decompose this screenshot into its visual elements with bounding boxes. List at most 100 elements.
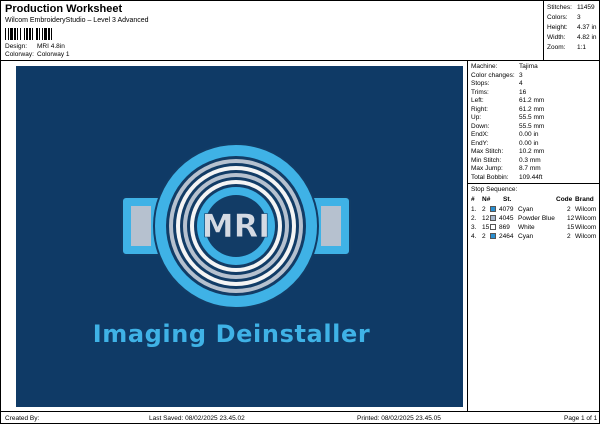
software-subtitle: Wilcom EmbroideryStudio – Level 3 Advanc…: [5, 17, 149, 24]
seq-code: 15: [567, 224, 575, 231]
header-num: #: [471, 196, 475, 203]
seq-needle: 15: [482, 224, 490, 231]
barcode: [5, 28, 85, 40]
info-value: 61.2 mm: [519, 105, 545, 113]
info-row: Max Jump: 8.7 mm: [471, 165, 599, 172]
seq-thread-code: 4079: [499, 206, 514, 213]
seq-num: 1.: [471, 206, 477, 213]
color-swatch: [490, 206, 496, 212]
logo-text-mri: MRI: [202, 207, 270, 245]
seq-num: 2.: [471, 215, 477, 222]
footer: Created By: Last Saved: 08/02/2025 23.45…: [1, 411, 600, 424]
seq-num: 3.: [471, 224, 477, 231]
created-by: Created By:: [5, 415, 40, 422]
info-row: Color changes: 3: [471, 72, 599, 79]
embroidery-logo: MRI: [121, 143, 351, 309]
header-code: Code: [556, 196, 573, 203]
info-label: EndX:: [471, 131, 489, 138]
last-saved: Last Saved: 08/02/2025 23.45.02: [149, 415, 245, 422]
logo-bar-right-insert: [321, 206, 341, 246]
info-row: EndX: 0.00 in: [471, 131, 599, 138]
width-row: Width: 4.82 in: [547, 34, 599, 41]
design-label: Design:: [5, 43, 28, 50]
info-label: Min Stitch:: [471, 156, 502, 164]
height-label: Height:: [547, 24, 568, 31]
header-brand: Brand: [575, 196, 594, 203]
production-worksheet: Production Worksheet Wilcom EmbroiderySt…: [0, 0, 600, 424]
colorway-value: Colorway 1: [37, 51, 70, 58]
zoom-row: Zoom: 1:1: [547, 44, 599, 51]
printed-date: Printed: 08/02/2025 23.45.05: [357, 415, 441, 422]
machine-info-panel: Machine: Tajima Color changes: 3 Stops: 4 Trim…: [468, 61, 600, 411]
header-n: N#: [482, 196, 491, 203]
colorway-row: Colorway: Colorway 1: [5, 51, 70, 58]
info-label: Trims:: [471, 88, 489, 96]
divider: [468, 183, 600, 184]
info-value: 61.2 mm: [519, 97, 545, 104]
height-value: 4.37 in: [577, 24, 597, 31]
info-value: 3: [519, 71, 523, 79]
stop-sequence-title: Stop Sequence:: [471, 186, 518, 193]
seq-brand: Wilcom: [575, 206, 597, 213]
colors-value: 3: [577, 14, 581, 21]
info-row: Trims: 16: [471, 89, 599, 96]
info-row: Stops: 4: [471, 80, 599, 87]
header-st: St.: [503, 196, 512, 203]
info-value: 109.44ft: [519, 173, 543, 181]
design-canvas: MRI Imaging Deinstaller: [16, 66, 463, 407]
stitches-label: Stitches:: [547, 4, 572, 11]
info-value: 55.5 mm: [519, 114, 545, 121]
info-label: EndY:: [471, 139, 489, 147]
summary-panel: Stitches: 11459 Colors: 3 Height: 4.37 i…: [544, 1, 600, 61]
info-label: Max Stitch:: [471, 148, 504, 155]
seq-color-name: Cyan: [518, 206, 534, 213]
info-row: Min Stitch: 0.3 mm: [471, 157, 599, 164]
seq-code: 2: [567, 206, 571, 213]
color-swatch: [490, 215, 496, 221]
design-row: Design: MRI 4.8in: [5, 43, 65, 50]
seq-brand: Wilcom: [575, 224, 597, 231]
seq-code: 12: [567, 215, 575, 222]
info-value: 4: [519, 80, 523, 87]
info-label: Machine:: [471, 63, 498, 70]
info-value: 0.3 mm: [519, 156, 541, 164]
logo-bar-left-insert: [131, 206, 151, 246]
worksheet-title: Production Worksheet: [5, 3, 123, 15]
seq-num: 4.: [471, 233, 477, 240]
info-row: Right: 61.2 mm: [471, 106, 599, 113]
stitches-row: Stitches: 11459: [547, 4, 599, 11]
header-panel: Production Worksheet Wilcom EmbroiderySt…: [1, 1, 544, 61]
colors-label: Colors:: [547, 14, 568, 21]
info-label: Right:: [471, 105, 488, 113]
info-value: 0.00 in: [519, 131, 539, 138]
height-row: Height: 4.37 in: [547, 24, 599, 31]
info-value: 8.7 mm: [519, 165, 541, 172]
seq-color-name: Cyan: [518, 233, 534, 240]
info-label: Down:: [471, 122, 490, 130]
colorway-label: Colorway:: [5, 51, 34, 58]
info-label: Up:: [471, 114, 482, 121]
width-label: Width:: [547, 34, 566, 41]
zoom-label: Zoom:: [547, 44, 566, 51]
info-label: Total Bobbin:: [471, 173, 509, 181]
info-row: Down: 55.5 mm: [471, 123, 599, 130]
seq-brand: Wilcom: [575, 215, 597, 222]
seq-brand: Wilcom: [575, 233, 597, 240]
width-value: 4.82 in: [577, 34, 597, 41]
info-label: Color changes:: [471, 71, 515, 79]
seq-thread-code: 2464: [499, 233, 514, 240]
stitches-value: 11459: [577, 4, 595, 11]
seq-needle: 12: [482, 215, 490, 222]
seq-color-name: Powder Blue: [518, 215, 555, 222]
info-label: Max Jump:: [471, 165, 503, 172]
seq-color-name: White: [518, 224, 535, 231]
seq-needle: 2: [482, 233, 486, 240]
info-row: Max Stitch: 10.2 mm: [471, 148, 599, 155]
barcode-bar: [52, 28, 54, 40]
seq-needle: 2: [482, 206, 486, 213]
seq-thread-code: 869: [499, 224, 510, 231]
info-label: Stops:: [471, 80, 490, 87]
color-swatch: [490, 233, 496, 239]
info-value: Tajima: [519, 63, 538, 70]
info-label: Left:: [471, 97, 484, 104]
